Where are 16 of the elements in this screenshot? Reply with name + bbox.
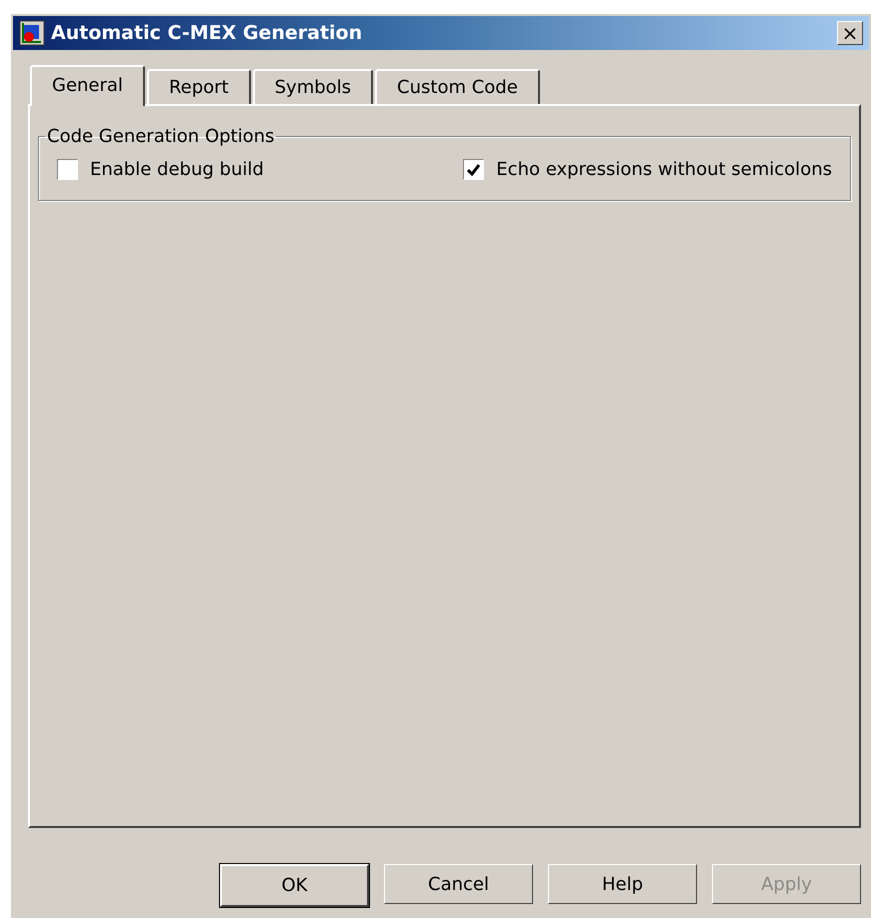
app-icon <box>19 20 45 46</box>
tab[interactable]: Report <box>146 69 251 104</box>
checkbox-label: Echo expressions without semicolons <box>496 159 832 180</box>
checkbox[interactable] <box>463 159 484 180</box>
checkbox[interactable] <box>57 159 78 180</box>
tab[interactable]: Custom Code <box>375 69 540 104</box>
group-title: Code Generation Options <box>46 126 276 147</box>
tab[interactable]: General <box>30 65 145 106</box>
window-title: Automatic C-MEX Generation <box>51 22 364 44</box>
dialog-button[interactable]: Cancel <box>384 864 533 904</box>
check-icon <box>467 164 480 176</box>
checkbox-label: Enable debug build <box>90 159 264 180</box>
tab[interactable]: Symbols <box>252 69 374 104</box>
dialog-button[interactable]: OK <box>220 864 369 907</box>
dialog-button[interactable]: Help <box>548 864 697 904</box>
close-button[interactable]: × <box>837 21 863 45</box>
